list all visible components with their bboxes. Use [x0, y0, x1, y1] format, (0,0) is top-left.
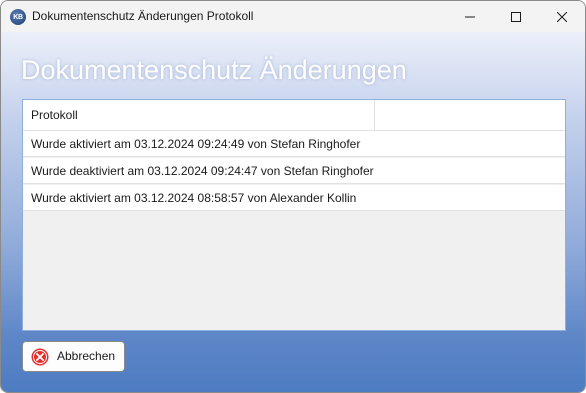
- title-bar[interactable]: KB Dokumentenschutz Änderungen Protokoll: [1, 1, 585, 32]
- cancel-button-label: Abbrechen: [57, 349, 116, 363]
- column-header-filler: [376, 100, 565, 130]
- minimize-icon: [465, 16, 475, 17]
- window-title: Dokumentenschutz Änderungen Protokoll: [32, 9, 254, 23]
- page-title: Dokumentenschutz Änderungen: [21, 55, 407, 85]
- dialog-window: KB Dokumentenschutz Änderungen Protokoll…: [0, 0, 586, 393]
- maximize-button[interactable]: [493, 1, 539, 32]
- close-button[interactable]: [539, 1, 585, 32]
- maximize-icon: [511, 11, 521, 22]
- list-item[interactable]: Wurde deaktiviert am 03.12.2024 09:24:47…: [23, 158, 565, 184]
- dialog-content: Dokumentenschutz Änderungen Protokoll Wu…: [1, 32, 585, 392]
- app-logo-text: KB: [13, 13, 23, 21]
- list-item[interactable]: Wurde aktiviert am 03.12.2024 08:58:57 v…: [23, 185, 565, 211]
- column-header-protokoll[interactable]: Protokoll: [23, 100, 375, 130]
- minimize-button[interactable]: [447, 1, 493, 32]
- list-item[interactable]: Wurde aktiviert am 03.12.2024 09:24:49 v…: [23, 131, 565, 157]
- list-header: Protokoll: [23, 100, 565, 131]
- app-logo-icon: KB: [10, 9, 26, 25]
- cancel-button[interactable]: Abbrechen: [22, 341, 125, 372]
- cancel-circle-icon: [31, 348, 49, 366]
- protocol-list[interactable]: Protokoll Wurde aktiviert am 03.12.2024 …: [22, 99, 566, 331]
- close-icon: [557, 11, 567, 22]
